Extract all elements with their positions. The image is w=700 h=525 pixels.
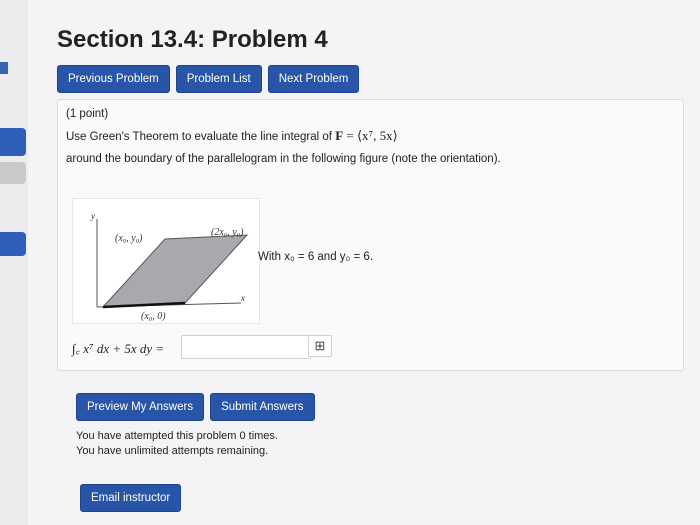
email-instructor-button[interactable]: Email instructor (80, 484, 182, 512)
parallelogram-figure: y x (x₀, y₀) (2x₀, y₀) (x₀, 0) (72, 198, 260, 324)
field-definition: = ⟨x⁷, 5x⟩ (343, 128, 398, 143)
attempts-text: You have attempted this problem 0 times. (76, 430, 278, 442)
y-axis-label: y (90, 211, 95, 221)
vector-field: F = ⟨x⁷, 5x⟩ (335, 128, 397, 143)
label-top-right: (2x₀, y₀) (211, 227, 244, 238)
left-sidebar-strip (0, 0, 28, 525)
figure-svg: y x (x₀, y₀) (2x₀, y₀) (x₀, 0) (90, 211, 249, 322)
statement-intro: Use Green's Theorem to evaluate the line… (66, 131, 336, 143)
equation-editor-button[interactable]: ⊞ (308, 335, 332, 357)
sidebar-tab-b[interactable] (0, 128, 26, 156)
next-problem-button[interactable]: Next Problem (267, 65, 360, 93)
grid-icon: ⊞ (314, 338, 326, 353)
sidebar-tab-a[interactable] (0, 62, 8, 74)
sidebar-tab-c[interactable] (0, 162, 26, 184)
answer-actions: Preview My Answers Submit Answers (76, 393, 315, 421)
email-container: Email instructor (80, 484, 182, 512)
sidebar-tab-d[interactable] (0, 232, 26, 256)
preview-answers-button[interactable]: Preview My Answers (76, 393, 205, 421)
page-title: Section 13.4: Problem 4 (57, 26, 328, 53)
integral-expression: ∫꜀ x⁷ dx + 5x dy = (72, 341, 165, 356)
x-axis-label: x (240, 293, 245, 303)
label-top-left: (x₀, y₀) (115, 233, 143, 244)
submit-answers-button[interactable]: Submit Answers (210, 393, 315, 421)
problem-statement: Use Green's Theorem to evaluate the line… (66, 128, 398, 144)
parameter-values: With x₀ = 6 and y₀ = 6. (258, 251, 374, 263)
remaining-attempts-text: You have unlimited attempts remaining. (76, 445, 269, 457)
problem-list-button[interactable]: Problem List (175, 65, 262, 93)
label-bottom: (x₀, 0) (141, 311, 166, 322)
points-label: (1 point) (66, 108, 109, 120)
problem-nav: Previous Problem Problem List Next Probl… (57, 65, 360, 93)
previous-problem-button[interactable]: Previous Problem (57, 65, 170, 93)
field-symbol: F (335, 128, 344, 143)
problem-statement-2: around the boundary of the parallelogram… (66, 153, 501, 165)
answer-input[interactable] (181, 335, 311, 359)
parallelogram-shape (101, 234, 249, 308)
